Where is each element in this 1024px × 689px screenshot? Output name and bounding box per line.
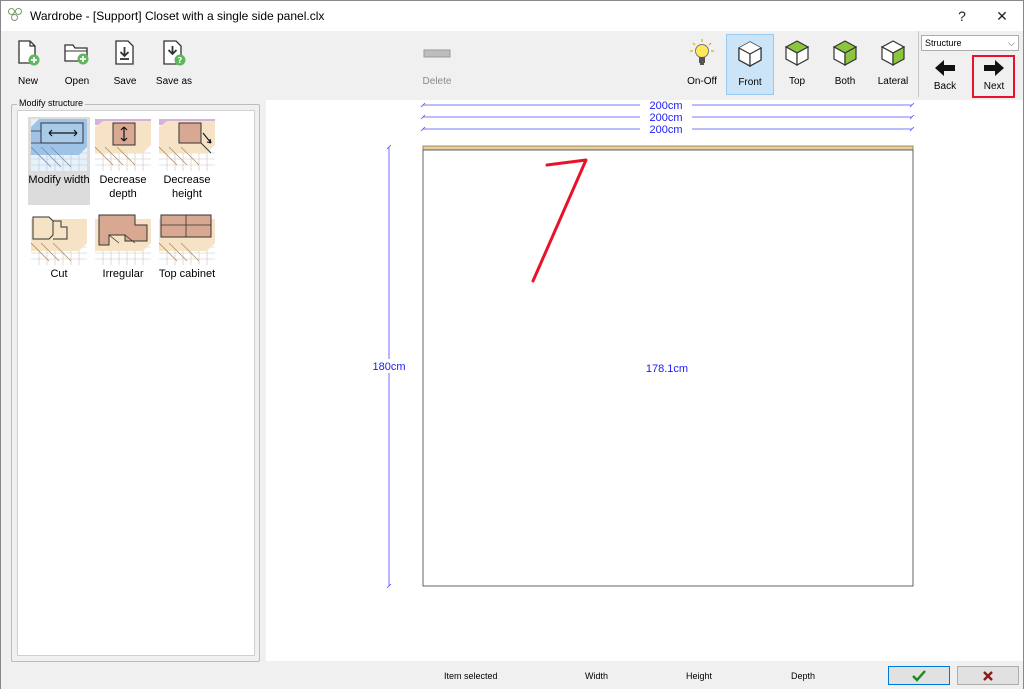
irregular-icon xyxy=(95,213,151,265)
new-label: New xyxy=(17,76,38,87)
x-icon xyxy=(983,670,993,681)
cancel-button[interactable] xyxy=(957,666,1019,685)
width-label: Width xyxy=(585,671,609,681)
title-bar: Wardrobe - [Support] Closet with a singl… xyxy=(1,1,1023,31)
tool-label: Decrease height xyxy=(163,174,211,200)
tool-label: Irregular xyxy=(102,268,144,280)
inner-height-dimension: 178.1cm xyxy=(646,363,688,375)
new-file-icon xyxy=(13,36,43,70)
tool-cut[interactable]: Cut xyxy=(28,211,90,283)
front-label: Front xyxy=(738,77,762,88)
cube-top-icon xyxy=(782,36,812,70)
back-button[interactable]: Back xyxy=(927,56,963,98)
cube-both-icon xyxy=(830,36,860,70)
width-dimension-3: 200cm xyxy=(649,124,682,136)
item-selected-label: Item selected xyxy=(444,671,498,681)
check-icon xyxy=(912,669,926,682)
open-folder-icon xyxy=(62,36,92,70)
both-label: Both xyxy=(834,76,856,87)
on-off-button[interactable]: On-Off xyxy=(681,34,723,96)
cube-lateral-icon xyxy=(878,36,908,70)
top-panel[interactable] xyxy=(422,145,914,151)
width-dimension-2: 200cm xyxy=(649,112,682,124)
cut-icon xyxy=(31,213,87,265)
tool-decrease-height[interactable]: Decrease height xyxy=(156,117,218,205)
toolbar-divider xyxy=(918,31,919,97)
new-button[interactable]: New xyxy=(9,34,47,96)
tool-decrease-depth[interactable]: Decrease depth xyxy=(92,117,154,205)
app-logo-icon xyxy=(8,8,24,24)
drawing-canvas[interactable]: 200cm 200cm 200cm 180cm 178.1cm xyxy=(266,100,1023,661)
top-cabinet-icon xyxy=(159,213,215,265)
lightbulb-icon xyxy=(687,36,717,70)
save-button[interactable]: Save xyxy=(106,34,144,96)
delete-label: Delete xyxy=(422,76,452,87)
tool-label: Top cabinet xyxy=(158,268,216,280)
tool-label: Modify width xyxy=(28,174,90,186)
status-bar: Item selected Width Height Depth xyxy=(1,662,1023,689)
ok-button[interactable] xyxy=(888,666,950,685)
window-title: Wardrobe - [Support] Closet with a singl… xyxy=(30,9,325,23)
decrease-depth-icon xyxy=(95,119,151,171)
app-window: Wardrobe - [Support] Closet with a singl… xyxy=(0,0,1024,689)
tool-list: Modify width Decrease depth Decrease hei… xyxy=(17,110,255,656)
open-button[interactable]: Open xyxy=(58,34,96,96)
height-dimension: 180cm xyxy=(372,361,405,373)
decrease-height-icon xyxy=(159,119,215,171)
save-as-button[interactable]: ? Save as xyxy=(153,34,195,96)
arrow-left-icon xyxy=(930,58,960,78)
group-title: Modify structure xyxy=(17,98,86,108)
save-as-label: Save as xyxy=(155,76,193,87)
top-view-button[interactable]: Top xyxy=(777,34,817,96)
tool-top-cabinet[interactable]: Top cabinet xyxy=(156,211,218,283)
height-label: Height xyxy=(686,671,713,681)
lateral-label: Lateral xyxy=(877,76,909,87)
save-label: Save xyxy=(113,76,137,87)
top-label: Top xyxy=(788,76,806,87)
delete-icon xyxy=(422,36,452,70)
cube-front-icon xyxy=(735,37,765,71)
svg-text:?: ? xyxy=(178,56,183,65)
depth-label: Depth xyxy=(791,671,816,681)
tool-modify-width[interactable]: Modify width xyxy=(28,117,90,205)
open-label: Open xyxy=(64,76,90,87)
tool-label: Cut xyxy=(50,268,68,280)
save-icon xyxy=(110,36,140,70)
modify-width-icon xyxy=(31,119,87,171)
delete-button[interactable]: Delete xyxy=(417,34,457,96)
tool-label: Decrease depth xyxy=(99,174,147,200)
next-highlight-box xyxy=(972,55,1015,98)
chevron-down-icon: ⌵ xyxy=(1008,38,1015,48)
save-as-icon: ? xyxy=(159,36,189,70)
lateral-view-button[interactable]: Lateral xyxy=(872,34,914,96)
mode-select-value: Structure xyxy=(925,38,962,48)
both-view-button[interactable]: Both xyxy=(825,34,865,96)
on-off-label: On-Off xyxy=(687,76,717,87)
tool-irregular[interactable]: Irregular xyxy=(92,211,154,283)
toolbar: New Open Save ? Save as Delete On-Off Fr… xyxy=(1,31,1023,99)
close-window-button[interactable]: ✕ xyxy=(979,1,1024,31)
front-view-button[interactable]: Front xyxy=(726,34,774,95)
back-label: Back xyxy=(933,81,957,92)
width-dimension-1: 200cm xyxy=(649,100,682,112)
mode-select[interactable]: Structure ⌵ xyxy=(921,35,1019,51)
modify-structure-group: Modify structure Modify width Decrease d… xyxy=(11,98,260,662)
